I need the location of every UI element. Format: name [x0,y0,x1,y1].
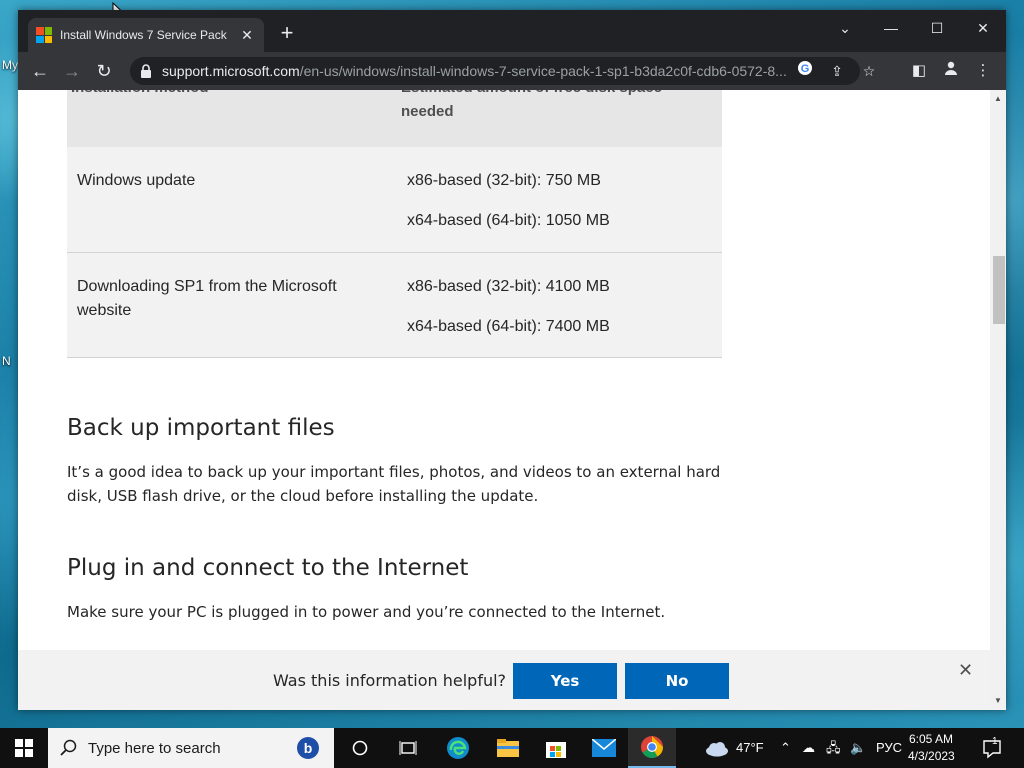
file-explorer-icon[interactable] [484,728,532,768]
store-icon[interactable] [532,728,580,768]
table-header: Estimated amount of free disk space need… [397,90,722,147]
notifications-icon[interactable]: 1 [982,728,1006,768]
table-cell-values: x86-based (32-bit): 4100 MB x64-based (6… [397,252,722,358]
table-header: Installation method [67,90,397,147]
close-icon[interactable]: ✕ [958,660,973,681]
table-row: Downloading SP1 from the Microsoft websi… [67,252,722,358]
table-cell-values: x86-based (32-bit): 750 MB x64-based (64… [397,147,722,253]
desktop-icon-label[interactable]: N [2,354,11,368]
disk-value: x86-based (32-bit): 750 MB [407,172,601,189]
back-icon[interactable]: ← [28,59,52,83]
edge-icon[interactable] [434,728,482,768]
table-cell-method: Windows update [67,147,397,253]
language-indicator[interactable]: РУС [876,728,902,768]
cortana-icon[interactable] [336,728,384,768]
vertical-scrollbar[interactable]: ▲ ▼ [990,90,1006,710]
close-window-button[interactable]: ✕ [968,16,998,40]
tab-strip: Install Windows 7 Service Pack 1 ✕ + ⌄ —… [18,10,1006,52]
profile-icon[interactable] [940,60,962,82]
weather-temp[interactable]: 47°F [736,728,764,768]
url-text: support.microsoft.com/en-us/windows/inst… [162,63,787,79]
chrome-icon[interactable] [628,728,676,768]
address-bar[interactable]: support.microsoft.com/en-us/windows/inst… [130,57,875,85]
reload-icon[interactable]: ↻ [92,59,116,83]
new-tab-button[interactable]: + [276,22,298,44]
disk-value: x64-based (64-bit): 7400 MB [407,317,610,335]
taskbar-search-input[interactable]: Type here to search b [48,728,334,768]
tab-search-icon[interactable]: ⌄ [830,16,860,40]
network-icon[interactable]: 🖧 [826,728,841,768]
star-icon[interactable]: ☆ [858,60,880,82]
weather-icon[interactable] [704,728,730,768]
lock-icon [141,64,151,78]
disk-value: x86-based (32-bit): 4100 MB [407,277,610,295]
svg-text:G: G [801,63,810,75]
backup-text: It’s a good idea to back up your importa… [67,463,721,505]
scroll-down-icon[interactable]: ▼ [990,694,1006,708]
plugin-heading: Plug in and connect to the Internet [67,555,469,581]
share-icon[interactable]: ⇪ [826,60,848,82]
clock-date: 4/3/2023 [908,749,955,763]
browser-window: Install Windows 7 Service Pack 1 ✕ + ⌄ —… [18,10,1006,710]
tab-active[interactable]: Install Windows 7 Service Pack 1 ✕ [28,18,264,52]
page-content: Installation method Estimated amount of … [18,90,990,710]
clock[interactable]: 6:05 AM 4/3/2023 [908,731,955,765]
onedrive-icon[interactable]: ☁ [802,728,815,768]
disk-value: x64-based (64-bit): 1050 MB [407,212,610,229]
table-row: Windows update x86-based (32-bit): 750 M… [67,147,722,253]
search-icon [60,739,77,756]
feedback-bar: Was this information helpful? Yes No ✕ [18,650,990,710]
close-tab-icon[interactable]: ✕ [238,27,256,44]
tray-chevron-icon[interactable]: ⌃ [780,728,791,768]
scroll-thumb[interactable] [993,256,1005,324]
minimize-button[interactable]: — [876,16,906,40]
feedback-question: Was this information helpful? [273,671,507,690]
windows-start-icon[interactable] [0,728,48,768]
taskbar: Type here to search b 47°F ⌃ ☁ 🖧 🔈 РУС 6… [0,728,1024,768]
sidepanel-icon[interactable]: ◧ [908,60,930,82]
backup-heading: Back up important files [67,415,335,441]
microsoft-logo-icon [36,27,52,43]
volume-icon[interactable]: 🔈 [850,728,866,768]
notification-count: 1 [992,736,998,747]
google-icon[interactable]: G [794,60,816,82]
scroll-up-icon[interactable]: ▲ [990,92,1006,106]
feedback-yes-button[interactable]: Yes [513,663,617,699]
disk-space-table: Installation method Estimated amount of … [67,90,722,358]
plugin-text: Make sure your PC is plugged in to power… [67,603,666,621]
task-view-icon[interactable] [384,728,432,768]
forward-icon[interactable]: → [60,59,84,83]
desktop-icon-label[interactable]: My [2,58,18,72]
svg-text:b: b [304,740,313,756]
tab-title: Install Windows 7 Service Pack 1 [60,28,230,42]
table-cell-method: Downloading SP1 from the Microsoft websi… [67,252,397,358]
search-placeholder: Type here to search [88,739,221,757]
mail-icon[interactable] [580,728,628,768]
browser-toolbar: ← → ↻ support.microsoft.com/en-us/window… [18,52,1006,90]
bing-icon[interactable]: b [296,736,320,765]
feedback-no-button[interactable]: No [625,663,729,699]
menu-icon[interactable]: ⋮ [972,60,994,82]
maximize-button[interactable]: ☐ [922,16,952,40]
clock-time: 6:05 AM [908,732,954,746]
